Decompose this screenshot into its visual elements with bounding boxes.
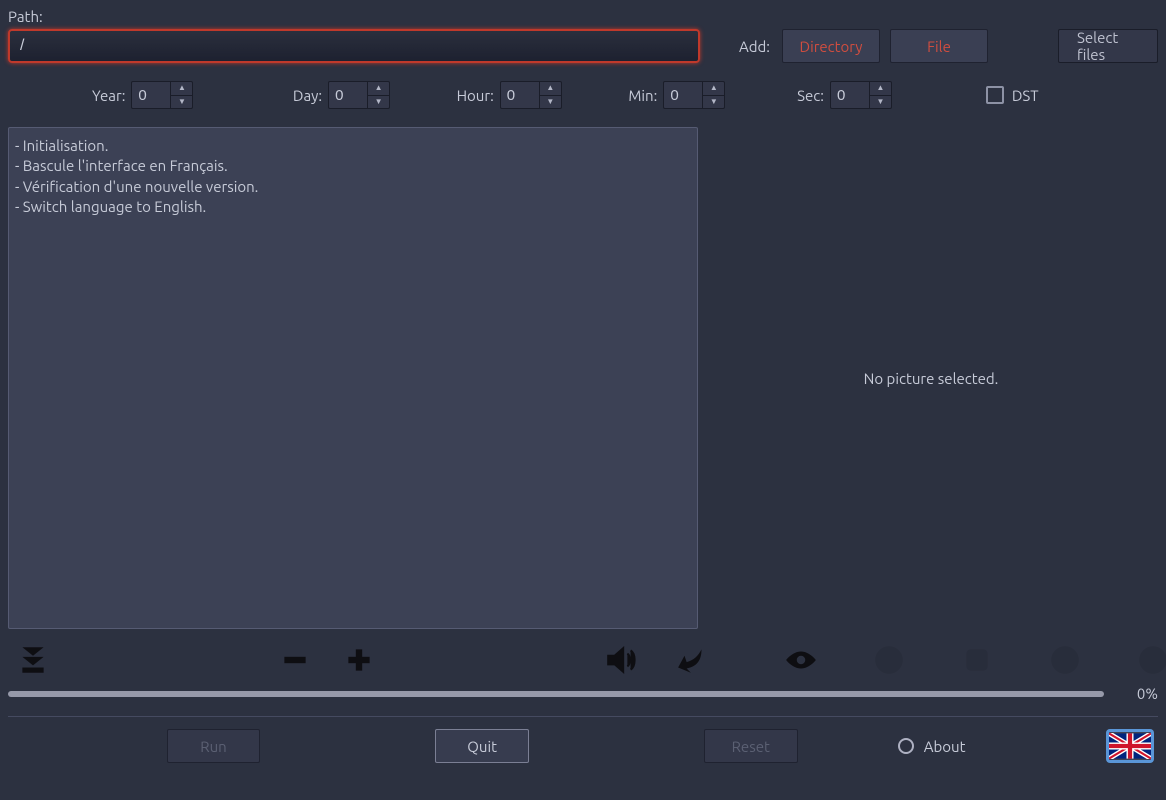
zoom-in-icon[interactable]	[342, 643, 376, 677]
min-down-icon[interactable]: ▼	[703, 95, 724, 109]
reset-button[interactable]: Reset	[704, 729, 798, 763]
year-input[interactable]	[132, 82, 170, 108]
day-label: Day:	[293, 87, 322, 104]
preview-empty-text: No picture selected.	[864, 370, 999, 387]
add-directory-button[interactable]: Directory	[782, 29, 880, 63]
eye-icon[interactable]	[784, 643, 818, 677]
stop-icon[interactable]	[872, 643, 906, 677]
select-files-button[interactable]: Select files	[1058, 29, 1158, 63]
preview-panel: No picture selected.	[704, 127, 1158, 629]
about-radio-icon	[898, 738, 914, 754]
hour-stepper[interactable]: ▲▼	[500, 81, 562, 109]
min-input[interactable]	[664, 82, 702, 108]
language-flag-button[interactable]	[1106, 729, 1155, 763]
about-button[interactable]: About	[898, 738, 966, 755]
path-input[interactable]	[8, 29, 700, 63]
path-label: Path:	[8, 8, 1158, 25]
day-down-icon[interactable]: ▼	[368, 95, 389, 109]
hour-up-icon[interactable]: ▲	[540, 82, 561, 95]
run-button[interactable]: Run	[167, 729, 261, 763]
day-up-icon[interactable]: ▲	[368, 82, 389, 95]
sec-up-icon[interactable]: ▲	[870, 82, 891, 95]
log-panel: - Initialisation. - Bascule l'interface …	[8, 127, 698, 629]
settings-icon[interactable]	[1136, 643, 1166, 677]
hour-input[interactable]	[501, 82, 539, 108]
undo-icon[interactable]	[676, 643, 710, 677]
dst-checkbox[interactable]	[986, 86, 1004, 104]
add-label: Add:	[739, 38, 770, 55]
quit-button[interactable]: Quit	[435, 729, 529, 763]
year-stepper[interactable]: ▲▼	[131, 81, 193, 109]
sound-icon[interactable]	[604, 643, 638, 677]
uk-flag-icon	[1109, 733, 1151, 759]
zoom-out-icon[interactable]	[278, 643, 312, 677]
help-icon[interactable]	[1048, 643, 1082, 677]
year-up-icon[interactable]: ▲	[171, 82, 192, 95]
add-file-button[interactable]: File	[890, 29, 988, 63]
sec-input[interactable]	[831, 82, 869, 108]
progress-bar	[8, 691, 1104, 697]
min-label: Min:	[628, 87, 657, 104]
record-icon[interactable]	[960, 643, 994, 677]
day-stepper[interactable]: ▲▼	[328, 81, 390, 109]
min-stepper[interactable]: ▲▼	[663, 81, 725, 109]
hour-down-icon[interactable]: ▼	[540, 95, 561, 109]
download-stack-icon[interactable]	[16, 643, 50, 677]
year-down-icon[interactable]: ▼	[171, 95, 192, 109]
about-label: About	[924, 738, 966, 755]
dst-label: DST	[1012, 87, 1039, 104]
hour-label: Hour:	[457, 87, 494, 104]
sec-stepper[interactable]: ▲▼	[830, 81, 892, 109]
year-label: Year:	[92, 87, 125, 104]
min-up-icon[interactable]: ▲	[703, 82, 724, 95]
sec-down-icon[interactable]: ▼	[870, 95, 891, 109]
day-input[interactable]	[329, 82, 367, 108]
divider	[8, 716, 1158, 717]
sec-label: Sec:	[797, 87, 824, 104]
progress-percent: 0%	[1116, 685, 1158, 702]
